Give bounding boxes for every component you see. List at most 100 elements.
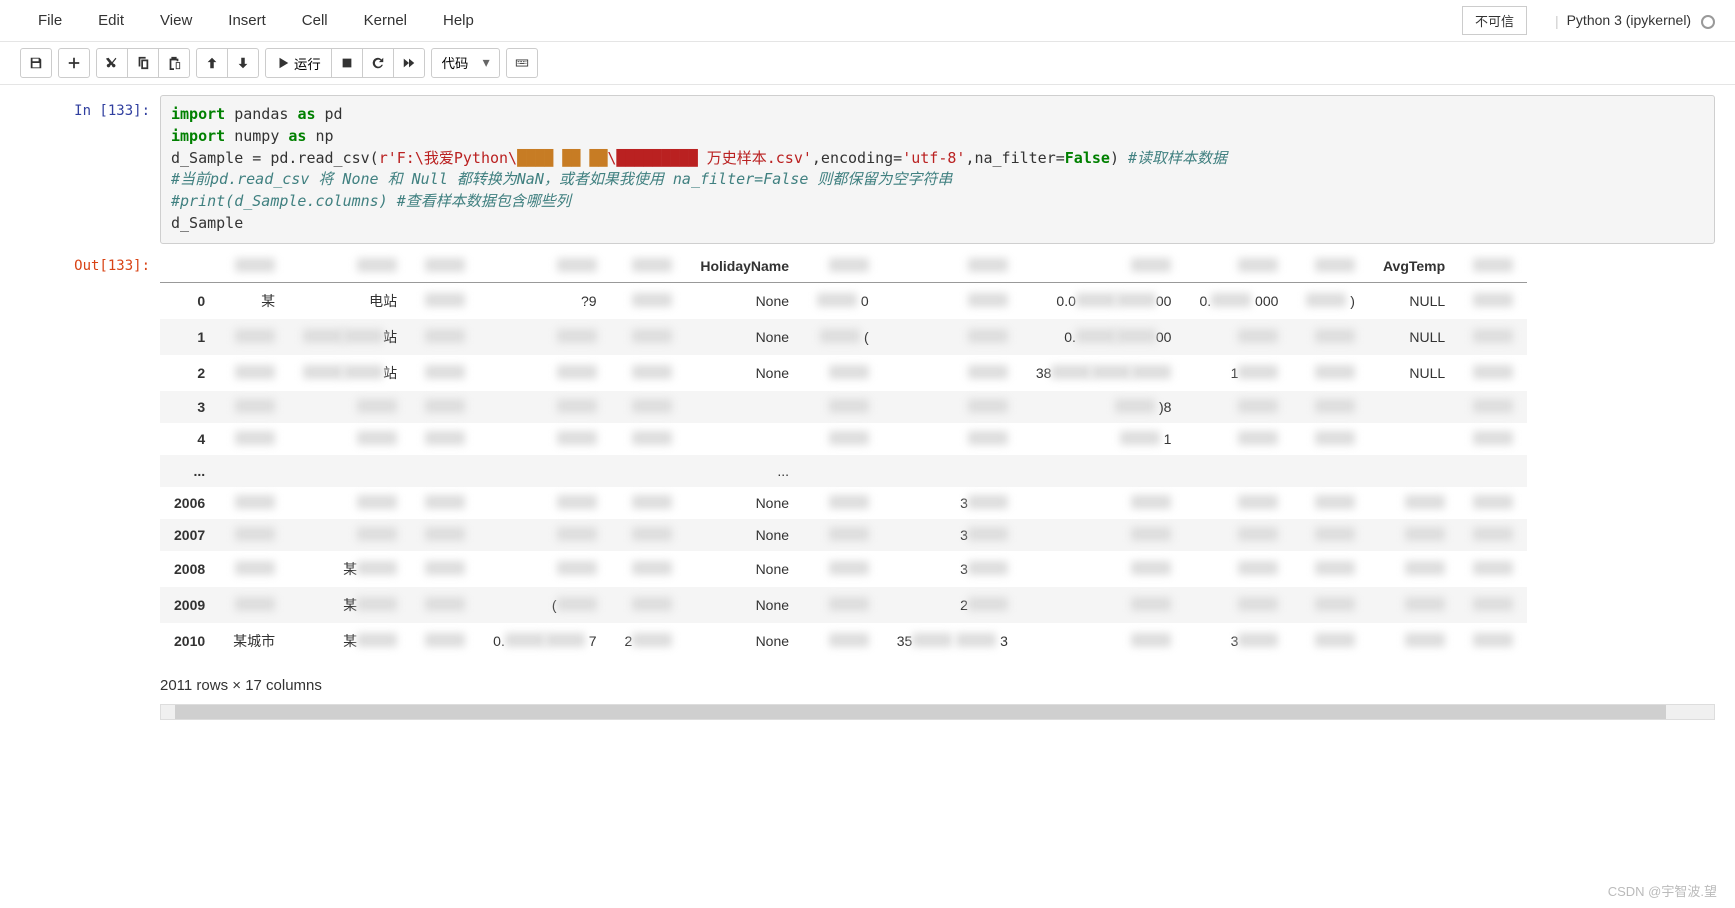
table-cell: ██ [1459, 423, 1527, 455]
menu-file[interactable]: File [20, 6, 80, 35]
table-cell: ██ [1022, 551, 1186, 587]
restart-button[interactable] [362, 48, 394, 78]
table-cell: ██ [411, 355, 479, 391]
table-cell: ██ [1022, 487, 1186, 519]
interrupt-button[interactable] [331, 48, 363, 78]
kernel-name[interactable]: Python 3 (ipykernel) [1567, 12, 1715, 28]
table-cell: ██ [1292, 423, 1369, 455]
table-cell: ██ [1292, 551, 1369, 587]
output-area: ████████████████████HolidayName█████████… [160, 250, 1715, 720]
table-cell: ██ [1369, 623, 1459, 659]
table-cell: ██ [1292, 623, 1369, 659]
keyboard-icon [515, 56, 529, 70]
notebook-container: In [133]: import pandas as pd import num… [0, 85, 1735, 766]
paste-button[interactable] [158, 48, 190, 78]
restart-run-all-button[interactable] [393, 48, 425, 78]
table-cell: ████站 [289, 355, 411, 391]
table-cell: ... [686, 455, 803, 487]
command-palette-button[interactable] [506, 48, 538, 78]
table-cell: ██ [611, 551, 687, 587]
table-row: 2007██████████None██3████████████ [160, 519, 1527, 551]
arrow-up-icon [205, 56, 219, 70]
table-cell: ██ [611, 487, 687, 519]
cell-type-select[interactable]: 代码 [431, 48, 500, 78]
table-cell: ██ [1459, 623, 1527, 659]
table-cell: ██ [1459, 551, 1527, 587]
table-cell: ██ [289, 391, 411, 423]
menubar: File Edit View Insert Cell Kernel Help 不… [0, 0, 1735, 42]
table-cell: ██ [883, 423, 1022, 455]
table-cell: ██ [803, 623, 883, 659]
code-input[interactable]: import pandas as pd import numpy as np d… [160, 95, 1715, 244]
menu-edit[interactable]: Edit [80, 6, 142, 35]
table-row: 1██████站██████None██ (██0.████00████NULL… [160, 319, 1527, 355]
table-cell: ██ [1292, 355, 1369, 391]
menu-kernel[interactable]: Kernel [346, 6, 425, 35]
table-cell: ██ [1459, 519, 1527, 551]
table-cell: ██ [479, 391, 610, 423]
table-cell: ██ [1292, 487, 1369, 519]
menu-help[interactable]: Help [425, 6, 492, 35]
table-row: 2006██████████None██3████████████ [160, 487, 1527, 519]
table-cell [1185, 455, 1292, 487]
table-row: 2009██某████(████None██2████████████ [160, 587, 1527, 623]
column-header: HolidayName [686, 250, 803, 283]
in-prompt: In [133]: [20, 95, 160, 244]
table-cell: ██ [219, 587, 289, 623]
table-cell: ██ [479, 423, 610, 455]
table-cell [219, 455, 289, 487]
table-cell [686, 391, 803, 423]
table-cell: ██ [803, 423, 883, 455]
table-cell: ████站 [289, 319, 411, 355]
table-cell: ?9 [479, 282, 610, 319]
table-cell: ██ [1369, 551, 1459, 587]
table-cell: ██ ) [1292, 282, 1369, 319]
column-header: ████ [803, 250, 883, 283]
save-button[interactable] [20, 48, 52, 78]
table-cell: ██ [611, 587, 687, 623]
cut-button[interactable] [96, 48, 128, 78]
trusted-indicator[interactable]: 不可信 [1462, 6, 1527, 35]
menu-insert[interactable]: Insert [210, 6, 284, 35]
watermark: CSDN @宇智波.望 [1608, 881, 1717, 900]
table-cell: ██ [219, 355, 289, 391]
copy-button[interactable] [127, 48, 159, 78]
table-cell: None [686, 355, 803, 391]
horizontal-scrollbar[interactable] [160, 704, 1715, 720]
table-cell: 35██ ██ 3 [883, 623, 1022, 659]
table-row: ...... [160, 455, 1527, 487]
move-down-button[interactable] [227, 48, 259, 78]
table-cell: ██ [1459, 319, 1527, 355]
table-cell: ██ [479, 319, 610, 355]
column-header: ████ [1022, 250, 1186, 283]
table-cell: 3██ [883, 551, 1022, 587]
stop-icon [340, 56, 354, 70]
dataframe-table: ████████████████████HolidayName█████████… [160, 250, 1527, 659]
column-header: ████ [1185, 250, 1292, 283]
table-cell: ██ [479, 487, 610, 519]
table-cell: ██ [289, 487, 411, 519]
table-cell: ██ [219, 551, 289, 587]
add-cell-button[interactable] [58, 48, 90, 78]
menu-cell[interactable]: Cell [284, 6, 346, 35]
table-cell: ██ [1459, 355, 1527, 391]
table-cell [411, 455, 479, 487]
table-cell: ██ [479, 551, 610, 587]
table-cell: ██ [803, 587, 883, 623]
table-cell: ██ [1022, 623, 1186, 659]
move-up-button[interactable] [196, 48, 228, 78]
table-cell: ██ [219, 487, 289, 519]
table-cell [883, 455, 1022, 487]
toolbar: 运行 代码 [0, 42, 1735, 85]
table-row: 4████████████████ 1██████ [160, 423, 1527, 455]
table-cell: 3██ [883, 519, 1022, 551]
code-cell[interactable]: In [133]: import pandas as pd import num… [20, 95, 1715, 244]
table-cell: ██ [1185, 587, 1292, 623]
table-cell: ██ [803, 355, 883, 391]
menu-view[interactable]: View [142, 6, 210, 35]
table-cell: 某城市 [219, 623, 289, 659]
table-cell: 1██ [1185, 355, 1292, 391]
plus-icon [67, 56, 81, 70]
table-cell: ██ [1369, 519, 1459, 551]
run-button[interactable]: 运行 [265, 48, 332, 78]
